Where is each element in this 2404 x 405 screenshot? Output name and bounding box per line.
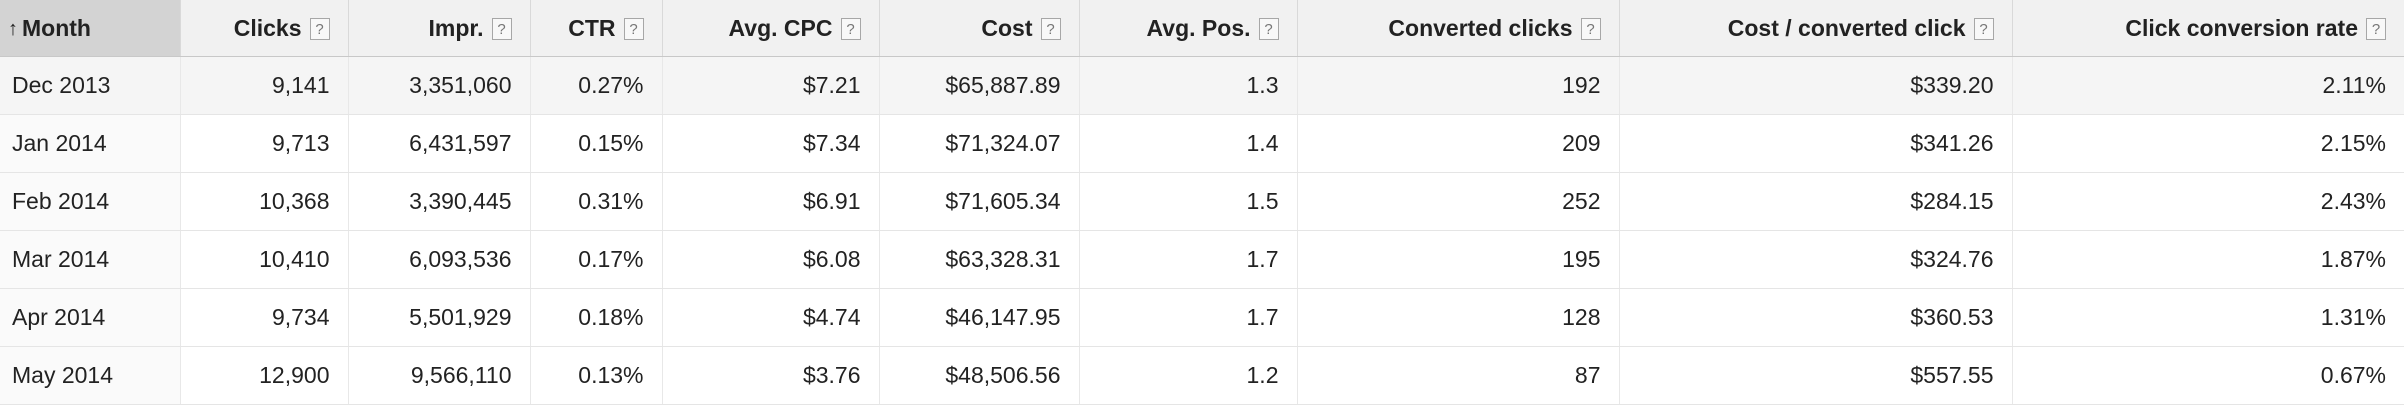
monthly-performance-table: ↑ Month Clicks? Impr.? CTR? Avg. CPC? Cos… [0, 0, 2404, 405]
month-cell: May 2014 [0, 346, 181, 405]
avg-position-cell: 1.4 [1079, 114, 1298, 173]
impressions-cell: 9,566,110 [348, 346, 531, 405]
cost-column-header[interactable]: Cost? [879, 0, 1080, 57]
help-icon[interactable]: ? [1580, 18, 1601, 41]
avg-cpc-cell: $6.08 [662, 230, 880, 289]
cost-cell: $71,324.07 [879, 114, 1080, 173]
sort-ascending-icon[interactable]: ↑ [8, 18, 18, 41]
cost-per-converted-click-cell: $324.76 [1619, 230, 2013, 289]
table-row: Apr 2014 9,734 5,501,929 0.18% $4.74 $46,147.… [0, 288, 2404, 347]
clicks-cell: 9,734 [180, 288, 349, 347]
click-conversion-rate-cell: 2.11% [2012, 56, 2404, 115]
cost-cell: $48,506.56 [879, 346, 1080, 405]
converted-clicks-cell: 252 [1297, 172, 1620, 231]
performance-table-panel: ↑ Month Clicks? Impr.? CTR? Avg. CPC? Cos… [0, 0, 2404, 405]
avg-cpc-cell: $7.21 [662, 56, 880, 115]
ctr-cell: 0.13% [530, 346, 663, 405]
avg-cpc-cell: $7.34 [662, 114, 880, 173]
ctr-cell: 0.31% [530, 172, 663, 231]
help-icon[interactable]: ? [309, 18, 330, 41]
impressions-cell: 3,390,445 [348, 172, 531, 231]
avg-position-cell: 1.7 [1079, 288, 1298, 347]
clicks-cell: 10,368 [180, 172, 349, 231]
help-icon[interactable]: ? [623, 18, 644, 41]
month-cell: Mar 2014 [0, 230, 181, 289]
avg-cpc-cell: $6.91 [662, 172, 880, 231]
converted-clicks-cell: 209 [1297, 114, 1620, 173]
impressions-cell: 6,093,536 [348, 230, 531, 289]
help-icon[interactable]: ? [1973, 18, 1994, 41]
cost-cell: $46,147.95 [879, 288, 1080, 347]
table-row: Feb 2014 10,368 3,390,445 0.31% $6.91 $71,605… [0, 172, 2404, 231]
table-header-row: ↑ Month Clicks? Impr.? CTR? Avg. CPC? Cos… [0, 0, 2404, 57]
impressions-cell: 6,431,597 [348, 114, 531, 173]
avg-position-cell: 1.5 [1079, 172, 1298, 231]
click-conversion-rate-cell: 0.67% [2012, 346, 2404, 405]
month-column-header[interactable]: ↑ Month [0, 0, 181, 57]
converted-clicks-cell: 128 [1297, 288, 1620, 347]
ctr-cell: 0.18% [530, 288, 663, 347]
cost-per-converted-click-cell: $284.15 [1619, 172, 2013, 231]
month-cell: Apr 2014 [0, 288, 181, 347]
ctr-cell: 0.15% [530, 114, 663, 173]
help-icon[interactable]: ? [491, 18, 512, 41]
click-conversion-rate-cell: 2.43% [2012, 172, 2404, 231]
cost-per-converted-click-cell: $339.20 [1619, 56, 2013, 115]
avg-position-cell: 1.2 [1079, 346, 1298, 405]
cost-cell: $65,887.89 [879, 56, 1080, 115]
click-conversion-rate-cell: 1.31% [2012, 288, 2404, 347]
ctr-cell: 0.27% [530, 56, 663, 115]
cost-per-converted-click-cell: $360.53 [1619, 288, 2013, 347]
impressions-cell: 3,351,060 [348, 56, 531, 115]
ctr-column-header[interactable]: CTR? [530, 0, 663, 57]
avg-position-cell: 1.7 [1079, 230, 1298, 289]
month-cell: Feb 2014 [0, 172, 181, 231]
table-row: May 2014 12,900 9,566,110 0.13% $3.76 $48,506… [0, 346, 2404, 405]
help-icon[interactable]: ? [1258, 18, 1279, 41]
help-icon[interactable]: ? [2366, 18, 2386, 41]
click-conversion-rate-cell: 2.15% [2012, 114, 2404, 173]
impressions-cell: 5,501,929 [348, 288, 531, 347]
table-row: Mar 2014 10,410 6,093,536 0.17% $6.08 $63,328… [0, 230, 2404, 289]
avg-cpc-cell: $4.74 [662, 288, 880, 347]
converted-clicks-cell: 192 [1297, 56, 1620, 115]
cost-cell: $63,328.31 [879, 230, 1080, 289]
cost-cell: $71,605.34 [879, 172, 1080, 231]
click-conversion-rate-cell: 1.87% [2012, 230, 2404, 289]
converted-clicks-cell: 87 [1297, 346, 1620, 405]
avg-position-column-header[interactable]: Avg. Pos.? [1079, 0, 1298, 57]
cost-per-converted-click-cell: $557.55 [1619, 346, 2013, 405]
clicks-cell: 10,410 [180, 230, 349, 289]
clicks-cell: 9,713 [180, 114, 349, 173]
month-cell: Jan 2014 [0, 114, 181, 173]
click-conversion-rate-column-header[interactable]: Click conversion rate? [2012, 0, 2404, 57]
converted-clicks-cell: 195 [1297, 230, 1620, 289]
month-cell: Dec 2013 [0, 56, 181, 115]
converted-clicks-column-header[interactable]: Converted clicks? [1297, 0, 1620, 57]
avg-cpc-column-header[interactable]: Avg. CPC? [662, 0, 880, 57]
table-row: Dec 2013 9,141 3,351,060 0.27% $7.21 $65,887.… [0, 56, 2404, 115]
avg-position-cell: 1.3 [1079, 56, 1298, 115]
impressions-column-header[interactable]: Impr.? [348, 0, 531, 57]
cost-per-converted-click-cell: $341.26 [1619, 114, 2013, 173]
clicks-cell: 12,900 [180, 346, 349, 405]
clicks-column-header[interactable]: Clicks? [180, 0, 349, 57]
clicks-cell: 9,141 [180, 56, 349, 115]
avg-cpc-cell: $3.76 [662, 346, 880, 405]
help-icon[interactable]: ? [1040, 18, 1061, 41]
table-row: Jan 2014 9,713 6,431,597 0.15% $7.34 $71,324.… [0, 114, 2404, 173]
ctr-cell: 0.17% [530, 230, 663, 289]
cost-per-converted-click-column-header[interactable]: Cost / converted click? [1619, 0, 2013, 57]
help-icon[interactable]: ? [840, 18, 861, 41]
